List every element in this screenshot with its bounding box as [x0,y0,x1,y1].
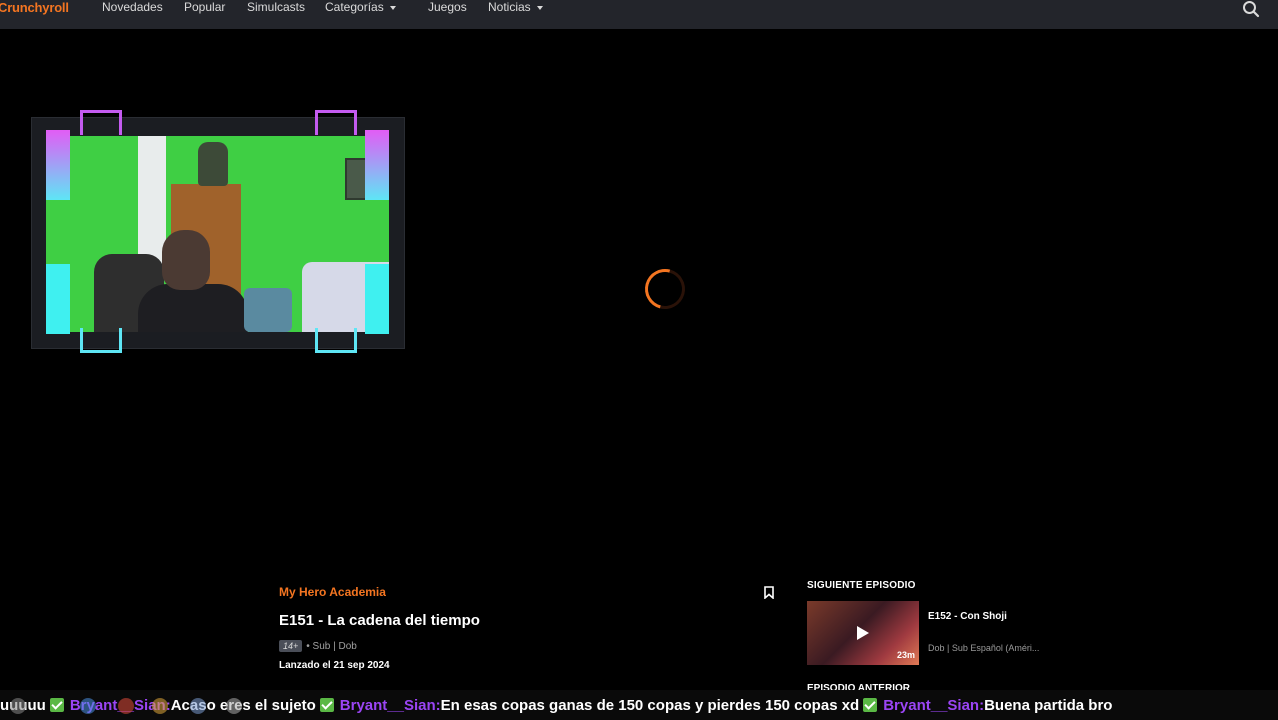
neon-bar-right-bottom [365,264,389,334]
audio-info: • Sub | Dob [306,640,357,652]
top-nav: Crunchyroll Novedades Popular Simulcasts… [0,0,1278,29]
search-icon [1243,1,1260,18]
nav-popular[interactable]: Popular [184,0,225,14]
chat-message: En esas copas ganas de 150 copas y pierd… [440,696,860,714]
neon-bar-left-top [46,130,70,200]
chat-username: Bryant__Sian: [69,696,171,714]
duration-badge: 23m [896,650,915,660]
next-episode-subtitle: Dob | Sub Español (Améri... [928,643,1040,653]
checkmark-icon [319,698,334,712]
neon-corner [80,328,122,353]
nav-label: Popular [184,0,226,14]
checkmark-icon [49,698,64,712]
chat-ticker: uuuuu Bryant__Sian: Acaso eres el sujeto B… [0,690,1278,720]
nav-simulcasts[interactable]: Simulcasts [247,0,305,14]
chevron-down-icon [536,5,543,10]
chevron-down-icon [389,5,396,10]
neon-bar-right-top [365,130,389,200]
nav-label: Categorías [325,0,384,14]
play-icon [857,626,869,640]
nav-label: Noticias [488,0,531,14]
bookmark-button[interactable] [764,586,774,600]
webcam-overlay [31,110,405,353]
chat-message: uuuuu [0,696,46,714]
release-date: Lanzado el 21 sep 2024 [279,660,390,671]
neon-corner [315,110,357,135]
chat-message: Acaso eres el sujeto [170,696,316,714]
nav-juegos[interactable]: Juegos [428,0,467,14]
loading-spinner-icon [637,261,693,317]
bookmark-icon [764,586,774,600]
next-episode-thumbnail[interactable]: 23m [807,601,919,665]
crunchyroll-logo[interactable]: Crunchyroll [0,0,69,15]
basket [244,288,292,332]
figurine [198,142,228,186]
chat-username: Bryant__Sian: [883,696,985,714]
nav-novedades[interactable]: Novedades [102,0,163,14]
streamer-head [162,230,210,290]
next-episode-title[interactable]: E152 - Con Shoji [928,611,1007,622]
neon-corner [315,328,357,353]
nav-label: Simulcasts [247,0,306,14]
rating-badge: 14+ [279,640,303,652]
nav-label: Novedades [102,0,163,14]
webcam-video [46,136,389,332]
episode-meta: 14+ • Sub | Dob [279,640,357,652]
nav-noticias[interactable]: Noticias [488,0,543,14]
chat-username: Bryant__Sian: [339,696,441,714]
episode-title: E151 - La cadena del tiempo [279,612,480,629]
nav-label: Juegos [428,0,467,14]
search-button[interactable] [1242,0,1260,18]
neon-corner [80,110,122,135]
series-link[interactable]: My Hero Academia [279,585,386,599]
chat-message: Buena partida bro [984,696,1113,714]
neon-bar-left-bottom [46,264,70,334]
next-episode-heading: SIGUIENTE EPISODIO [807,580,916,591]
checkmark-icon [863,698,878,712]
nav-categorias[interactable]: Categorías [325,0,396,14]
streamer-body [138,284,248,332]
